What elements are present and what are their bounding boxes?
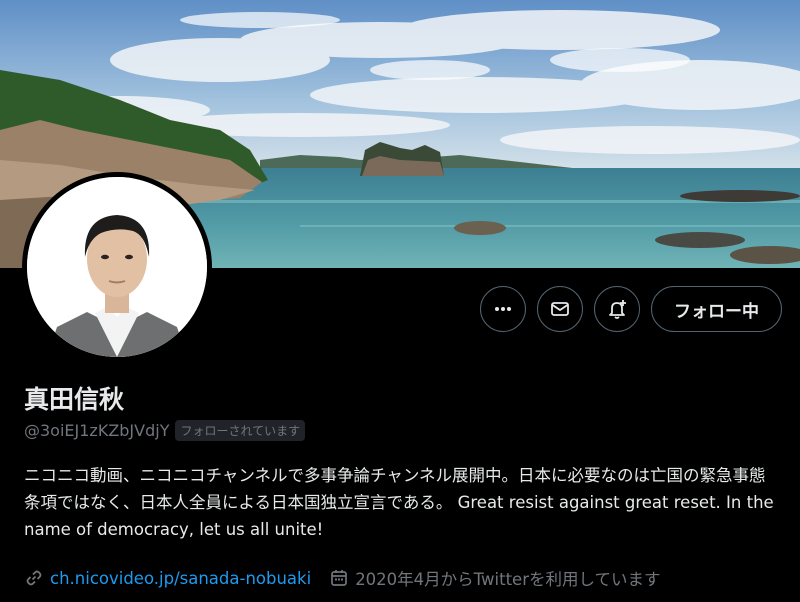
website-item: ch.nicovideo.jp/sanada-nobuaki: [24, 568, 311, 588]
profile-actions: フォロー中: [480, 286, 782, 332]
avatar-photo: [27, 177, 207, 357]
more-button[interactable]: [480, 286, 526, 332]
website-link[interactable]: ch.nicovideo.jp/sanada-nobuaki: [50, 569, 311, 588]
more-horizontal-icon: [495, 307, 511, 311]
profile-meta: ch.nicovideo.jp/sanada-nobuaki 2020年4月から…: [24, 566, 678, 590]
joined-item: 2020年4月からTwitterを利用しています: [329, 566, 660, 590]
profile-page: フォロー中 真田信秋 @3oiEJ1zKZbJVdjY フォローされています ニ…: [0, 0, 800, 602]
calendar-icon: [331, 570, 348, 586]
link-icon: [26, 570, 42, 586]
profile-avatar[interactable]: [22, 172, 212, 362]
profile-bio: ニコニコ動画、ニコニコチャンネルで多事争論チャンネル展開中。日本に必要なのは亡国…: [24, 466, 774, 539]
user-handle: @3oiEJ1zKZbJVdjY: [24, 421, 170, 440]
follows-you-badge: フォローされています: [175, 420, 306, 441]
bell-plus-icon: [609, 300, 626, 319]
message-button[interactable]: [537, 286, 583, 332]
joined-date: 2020年4月からTwitterを利用しています: [355, 570, 661, 589]
display-name: 真田信秋: [24, 385, 125, 414]
notify-button[interactable]: [594, 286, 640, 332]
following-button[interactable]: フォロー中: [651, 286, 782, 332]
handle-row: @3oiEJ1zKZbJVdjY フォローされています: [24, 420, 306, 441]
envelope-icon: [551, 302, 569, 316]
